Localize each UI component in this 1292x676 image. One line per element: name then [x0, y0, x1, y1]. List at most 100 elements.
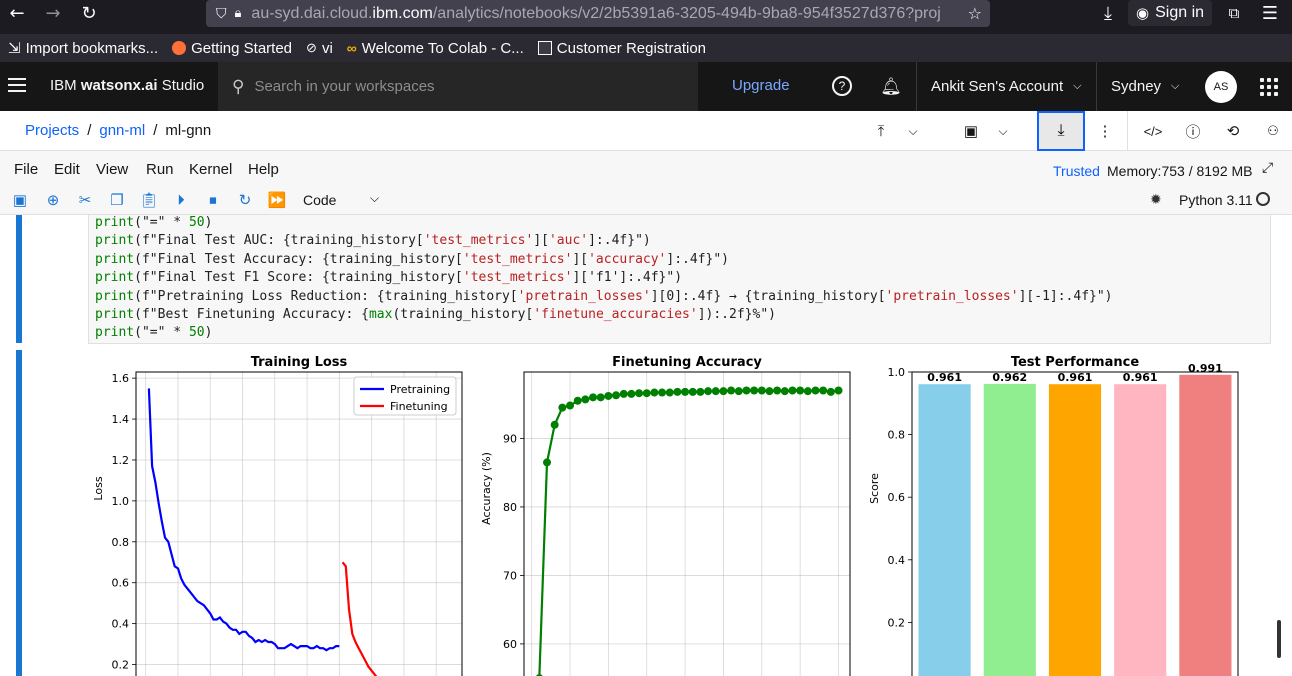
chevron-down-icon[interactable]: ⌵ — [370, 191, 379, 206]
version-history-icon[interactable]: ⟲ — [1222, 120, 1244, 142]
restart-run-all-icon[interactable]: ⏩ — [267, 190, 287, 210]
url-text: au-syd.dai.cloud.ibm.com/analytics/noteb… — [251, 4, 942, 22]
notification-bell-icon[interactable]: 🔔︎ — [880, 76, 902, 98]
shield-icon: ⛉ — [216, 5, 227, 22]
extensions-icon[interactable]: ⧉ — [1222, 0, 1246, 26]
bookmark-getting-started[interactable]: Getting Started — [172, 40, 292, 57]
data-point — [642, 389, 651, 398]
lock-icon: 🔒︎ — [234, 6, 242, 21]
run-icon[interactable]: ⏵ — [171, 190, 191, 210]
chevron-down-icon[interactable]: ⌵ — [902, 120, 924, 142]
publish-icon[interactable]: ⤒ — [870, 120, 892, 142]
cut-icon[interactable]: ✂ — [75, 190, 95, 210]
region-switcher[interactable]: Sydney ⌵ — [1096, 62, 1179, 111]
y-tick-label: 1.0 — [112, 495, 130, 508]
stop-icon[interactable]: ⏹ — [203, 190, 223, 210]
data-point — [834, 386, 843, 395]
debugger-icon[interactable]: ✹ — [1150, 191, 1162, 208]
data-point — [550, 420, 559, 429]
bookmark-import[interactable]: ⇲ Import bookmarks... — [8, 39, 159, 58]
app-menu-icon[interactable]: ☰ — [1258, 0, 1282, 26]
series-line — [341, 561, 378, 676]
add-cell-icon[interactable]: ⊕ — [43, 190, 63, 210]
sign-in-button[interactable]: ◉ Sign in — [1128, 0, 1212, 26]
legend-label: Finetuning — [390, 400, 448, 413]
app-switcher-icon[interactable] — [1260, 78, 1278, 96]
menu-file[interactable]: File — [14, 161, 38, 178]
avatar[interactable]: AS — [1205, 71, 1237, 103]
chart-title: Finetuning Accuracy — [612, 355, 762, 370]
bar — [1048, 384, 1102, 676]
help-icon[interactable]: ? — [832, 76, 852, 96]
menu-run[interactable]: Run — [146, 161, 174, 178]
app-header: IBM watsonx.ai Studio ⚲ Search in your w… — [0, 62, 1292, 111]
save-icon[interactable]: ▣ — [10, 190, 30, 210]
menu-edit[interactable]: Edit — [54, 161, 80, 178]
bookmarks-bar: ⇲ Import bookmarks... Getting Started ⊘ vi… — [0, 34, 1292, 62]
divider — [1127, 111, 1128, 151]
breadcrumb-projects[interactable]: Projects — [25, 122, 79, 139]
schedule-job-icon[interactable]: ▣ — [960, 120, 982, 142]
menu-kernel[interactable]: Kernel — [189, 161, 232, 178]
paste-icon[interactable]: 📋︎ — [139, 190, 159, 210]
bookmark-star-icon[interactable]: ☆ — [968, 4, 982, 23]
y-tick-label: 90 — [503, 432, 517, 445]
brand-name[interactable]: IBM watsonx.ai Studio — [50, 77, 204, 94]
bookmark-colab[interactable]: ∞ Welcome To Colab - C... — [347, 40, 524, 57]
y-tick-label: 60 — [503, 638, 517, 651]
chevron-down-icon: ⌵ — [1073, 80, 1082, 92]
download-button[interactable]: ⤓ — [1037, 111, 1085, 151]
url-bar[interactable]: ⛉ 🔒︎ au-syd.dai.cloud.ibm.com/analytics/… — [206, 0, 990, 27]
bar — [1114, 384, 1167, 676]
bookmark-vi[interactable]: ⊘ vi — [306, 40, 333, 57]
y-tick-label: 1.4 — [112, 413, 130, 426]
chevron-down-icon[interactable]: ⌵ — [992, 120, 1014, 142]
upgrade-link[interactable]: Upgrade — [732, 77, 790, 94]
bar-value-label: 0.961 — [1123, 371, 1158, 384]
expand-icon[interactable]: ⤢ — [1262, 159, 1273, 176]
menu-help[interactable]: Help — [248, 161, 279, 178]
restart-icon[interactable]: ↻ — [235, 190, 255, 210]
back-icon[interactable]: ← — [4, 0, 30, 26]
trusted-badge[interactable]: Trusted — [1053, 163, 1100, 179]
forward-icon[interactable]: → — [40, 0, 66, 26]
code-snippets-icon[interactable]: </> — [1142, 120, 1164, 142]
data-point — [581, 395, 590, 404]
workspace-search[interactable]: ⚲ Search in your workspaces — [218, 62, 698, 111]
bar-value-label: 0.962 — [992, 371, 1027, 384]
data-point — [681, 387, 690, 396]
overflow-menu-icon[interactable]: ⋮ — [1094, 120, 1116, 142]
data-point — [788, 386, 797, 395]
breadcrumb-project[interactable]: gnn-ml — [99, 122, 145, 139]
downloads-icon[interactable]: ⤓ — [1096, 0, 1120, 26]
kernel-name[interactable]: Python 3.11 — [1179, 192, 1253, 208]
collaborators-icon[interactable]: ⚇ — [1262, 120, 1284, 142]
reload-icon[interactable]: ↻ — [76, 0, 102, 26]
cell-type-select[interactable]: Code — [303, 192, 336, 208]
memory-status: Memory:753 / 8192 MB — [1107, 163, 1253, 179]
search-input[interactable]: Search in your workspaces — [254, 78, 434, 95]
notebook-toolbar: Projects / gnn-ml / ml-gnn ⤒ ⌵ ▣ ⌵ ⤓ ⋮ </>… — [0, 111, 1292, 151]
breadcrumb: Projects / gnn-ml / ml-gnn — [25, 122, 211, 139]
info-icon[interactable]: ⓘ — [1182, 120, 1204, 142]
account-switcher[interactable]: Ankit Sen's Account ⌵ — [916, 62, 1081, 111]
menu-view[interactable]: View — [96, 161, 128, 178]
bookmark-label: Import bookmarks... — [25, 39, 159, 57]
data-point — [711, 387, 720, 396]
bookmark-label: vi — [321, 39, 333, 57]
plot-frame — [135, 371, 463, 676]
bookmark-customer-registration[interactable]: Customer Registration — [537, 40, 706, 57]
y-tick-label: 0.8 — [112, 536, 130, 549]
breadcrumb-current: ml-gnn — [165, 122, 212, 139]
chart-title: Training Loss — [251, 355, 348, 370]
data-point — [612, 391, 621, 400]
legend-label: Pretraining — [390, 383, 450, 396]
hamburger-menu-icon[interactable] — [8, 74, 26, 98]
colab-icon: ∞ — [346, 40, 357, 56]
copy-icon[interactable]: ❐ — [107, 190, 127, 210]
y-tick-label: 0.4 — [888, 554, 906, 567]
data-point — [688, 387, 697, 396]
scrollbar[interactable] — [1277, 620, 1281, 658]
data-point — [819, 386, 828, 395]
data-point — [765, 387, 774, 396]
